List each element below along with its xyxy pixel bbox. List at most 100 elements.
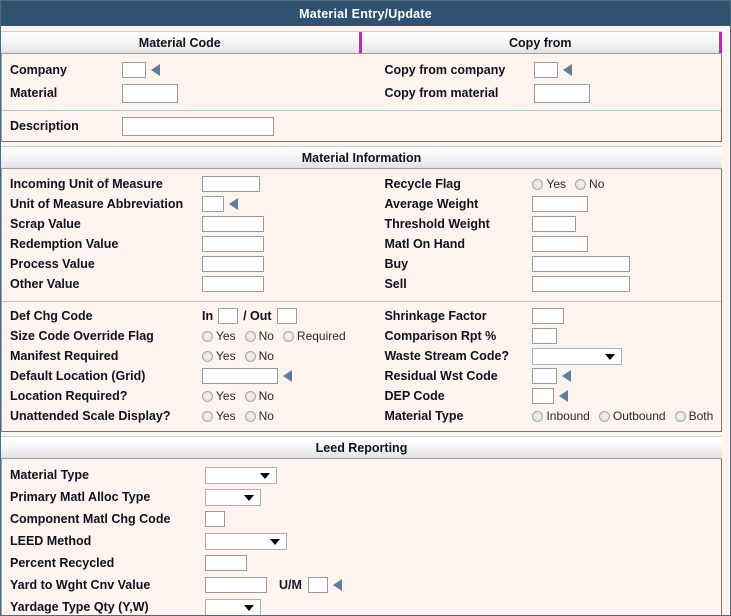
buy-input[interactable]	[532, 256, 631, 272]
process-value-input[interactable]	[202, 256, 264, 272]
lookup-arrow-icon[interactable]	[563, 64, 573, 76]
material-code-columns: Company Material Copy from company Copy …	[2, 59, 721, 105]
unattended-scale-display-option-no[interactable]: No	[244, 409, 274, 423]
unit-of-measure-abbreviation-label: Unit of Measure Abbreviation	[10, 197, 184, 211]
material-code-section: Material Code Copy from Company Material	[1, 31, 722, 142]
manifest-required-option-yes[interactable]: Yes	[202, 349, 236, 363]
primary-matl-alloc-type-label: Primary Matl Alloc Type	[10, 490, 151, 504]
matl-on-hand-input[interactable]	[532, 236, 589, 252]
radio-icon[interactable]	[202, 350, 213, 362]
radio-label: Yes	[216, 409, 236, 423]
yard-to-wght-cnv-value-input[interactable]	[205, 577, 267, 593]
residual-wst-code-input[interactable]	[532, 368, 558, 384]
lookup-arrow-icon[interactable]	[559, 390, 569, 402]
radio-icon[interactable]	[532, 178, 544, 190]
leed-material-type-dropdown[interactable]	[205, 466, 277, 484]
percent-recycled-label: Percent Recycled	[10, 556, 115, 570]
radio-label: No	[258, 409, 274, 423]
material-info-group-2: Def Chg Code In / Out Size Code Override…	[2, 306, 721, 426]
radio-icon[interactable]	[202, 390, 213, 402]
scrap-value-input[interactable]	[202, 216, 264, 232]
component-matl-chg-code-input[interactable]	[205, 511, 225, 527]
unit-of-measure-abbreviation-input[interactable]	[202, 196, 224, 212]
primary-matl-alloc-type-dropdown[interactable]	[205, 488, 261, 506]
residual-wst-code-label: Residual Wst Code	[384, 369, 498, 383]
row-incoming-unit-of-measure: Incoming Unit of Measure	[2, 174, 370, 194]
size-code-override-option-required[interactable]: Required	[282, 329, 346, 343]
unattended-scale-display-option-yes[interactable]: Yes	[202, 409, 236, 423]
material-type-option-outbound[interactable]: Outbound	[598, 409, 666, 423]
copy-from-header-label: Copy from	[509, 35, 572, 50]
default-location-grid-input[interactable]	[202, 368, 278, 384]
radio-icon[interactable]	[282, 330, 294, 342]
def-chg-code-in-input[interactable]	[218, 308, 239, 324]
recycle-flag-option-yes[interactable]: Yes	[532, 177, 566, 191]
waste-stream-code-value	[533, 351, 536, 363]
location-required-option-yes[interactable]: Yes	[202, 389, 236, 403]
material-info-group-1: Incoming Unit of Measure Unit of Measure…	[2, 174, 721, 294]
lookup-arrow-icon[interactable]	[283, 370, 292, 382]
radio-label: Outbound	[612, 409, 666, 423]
other-value-input[interactable]	[202, 276, 264, 292]
yardage-type-qty-value	[206, 602, 209, 614]
yardage-type-qty-dropdown[interactable]	[205, 598, 261, 615]
row-unattended-scale-display: Unattended Scale Display? Yes No	[2, 406, 370, 426]
leed-reporting-panel: Material Type Primary Matl Alloc Type Co…	[1, 459, 722, 615]
description-input[interactable]	[122, 116, 274, 136]
radio-icon[interactable]	[598, 410, 610, 422]
row-description: Description	[2, 111, 721, 141]
radio-icon[interactable]	[202, 330, 213, 342]
size-code-override-option-yes[interactable]: Yes	[202, 329, 236, 343]
lookup-arrow-icon[interactable]	[332, 579, 342, 591]
radio-icon[interactable]	[244, 390, 256, 402]
leed-reporting-section: Leed Reporting Material Type Primary Mat…	[1, 436, 722, 615]
material-type-option-both[interactable]: Both	[674, 409, 713, 423]
recycle-flag-label: Recycle Flag	[384, 177, 461, 191]
radio-icon[interactable]	[674, 410, 686, 422]
lookup-arrow-icon[interactable]	[229, 198, 238, 210]
radio-icon[interactable]	[532, 410, 544, 422]
radio-icon[interactable]	[202, 410, 213, 422]
copy-from-material-input[interactable]	[534, 83, 591, 103]
copy-from-column: Copy from company Copy from material	[370, 59, 721, 105]
lookup-arrow-icon[interactable]	[151, 64, 160, 76]
location-required-option-no[interactable]: No	[244, 389, 274, 403]
um-input[interactable]	[307, 577, 328, 593]
material-code-header-label: Material Code	[138, 35, 221, 50]
incoming-unit-of-measure-input[interactable]	[202, 176, 260, 192]
row-component-matl-chg-code: Component Matl Chg Code	[2, 508, 721, 530]
recycle-flag-option-no[interactable]: No	[575, 177, 604, 191]
shrinkage-factor-input[interactable]	[532, 308, 565, 324]
lookup-arrow-icon[interactable]	[562, 370, 572, 382]
dep-code-input[interactable]	[532, 388, 555, 404]
um-label: U/M	[279, 578, 302, 592]
material-type-option-inbound[interactable]: Inbound	[532, 409, 590, 423]
radio-label: Inbound	[546, 409, 590, 423]
other-value-label: Other Value	[10, 277, 80, 291]
redemption-value-input[interactable]	[202, 236, 264, 252]
material-input[interactable]	[122, 83, 178, 103]
radio-label: Yes	[216, 329, 236, 343]
radio-icon[interactable]	[575, 178, 587, 190]
def-chg-code-out-input[interactable]	[276, 308, 297, 324]
radio-icon[interactable]	[244, 330, 256, 342]
material-code-header-bar: Material Code Copy from	[1, 31, 722, 54]
company-input[interactable]	[122, 62, 146, 78]
manifest-required-option-no[interactable]: No	[244, 349, 274, 363]
sell-input[interactable]	[532, 276, 631, 292]
average-weight-input[interactable]	[532, 196, 589, 212]
incoming-unit-of-measure-label: Incoming Unit of Measure	[10, 177, 163, 191]
leed-method-dropdown[interactable]	[205, 532, 287, 550]
threshold-weight-input[interactable]	[532, 216, 577, 232]
waste-stream-code-dropdown[interactable]	[532, 347, 623, 365]
size-code-override-option-no[interactable]: No	[244, 329, 274, 343]
comparison-rpt-pct-input[interactable]	[532, 328, 558, 344]
copy-from-company-input[interactable]	[534, 62, 559, 78]
header-end-magenta	[719, 32, 722, 53]
radio-icon[interactable]	[244, 410, 256, 422]
row-copy-from-material: Copy from material	[370, 81, 721, 105]
percent-recycled-input[interactable]	[205, 555, 247, 571]
radio-icon[interactable]	[244, 350, 256, 362]
radio-label: No	[589, 177, 605, 191]
material-label: Material	[10, 86, 58, 100]
